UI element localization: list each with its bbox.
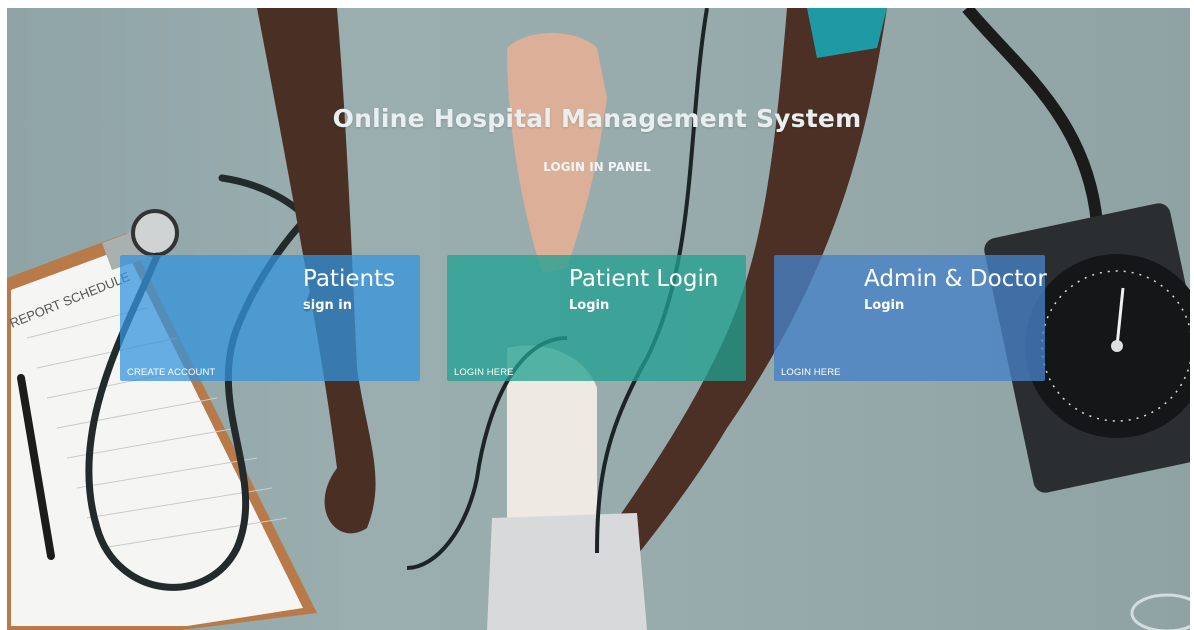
card-subheading: Login bbox=[864, 298, 905, 313]
admin-doctor-login-link[interactable]: LOGIN HERE bbox=[781, 367, 841, 378]
card-heading: Admin & Doctor bbox=[864, 266, 1047, 292]
card-subheading: Login bbox=[569, 298, 610, 313]
create-account-link[interactable]: CREATE ACCOUNT bbox=[127, 367, 215, 378]
card-heading: Patients bbox=[303, 266, 396, 292]
blood-pressure-gauge-illustration bbox=[962, 8, 1190, 493]
card-subheading: sign in bbox=[303, 298, 352, 313]
card-heading: Patient Login bbox=[569, 266, 719, 292]
jar-illustration bbox=[1130, 593, 1190, 630]
patient-login-link[interactable]: LOGIN HERE bbox=[454, 367, 514, 378]
card-admin-doctor[interactable]: Admin & Doctor Login LOGIN HERE bbox=[774, 255, 1047, 381]
page-subtitle: LOGIN IN PANEL bbox=[543, 160, 651, 174]
card-patient-login[interactable]: Patient Login Login LOGIN HERE bbox=[447, 255, 746, 381]
page-title: Online Hospital Management System bbox=[332, 104, 862, 133]
card-patients[interactable]: Patients sign in CREATE ACCOUNT bbox=[120, 255, 420, 381]
